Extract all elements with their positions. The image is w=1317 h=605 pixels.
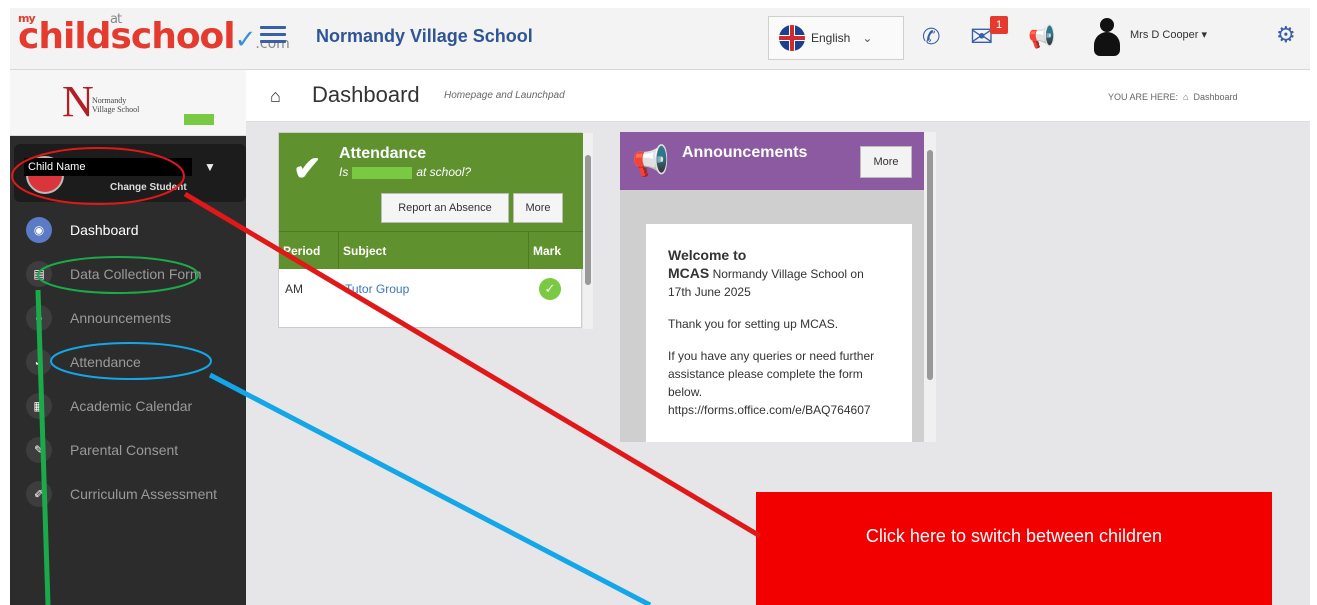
attendance-panel: ✔ Attendance Is at school? Report an Abse… [278,132,593,329]
assessment-icon: ✐ [26,481,52,507]
breadcrumb: YOU ARE HERE: ⌂ Dashboard [1108,92,1238,102]
attendance-title: Attendance [339,145,427,162]
announcements-icon: ◌ [26,305,52,331]
announcements-title: Announcements [682,144,808,161]
sidebar-nav: ◉ Dashboard ▤ Data Collection Form ◌ Ann… [10,208,246,516]
page-header: ⌂ Dashboard Homepage and Launchpad YOU A… [246,70,1310,122]
column-header-period: Period [279,232,339,269]
page-subtitle: Homepage and Launchpad [444,90,565,101]
child-name: Child Name [24,158,192,176]
sidebar: N Normandy Village School Child Name Cha… [10,70,246,605]
page-title: Dashboard [312,82,420,107]
app-window: my childschool✓.com at Normandy Village … [10,8,1310,605]
sidebar-item-parental-consent[interactable]: ✎ Parental Consent [10,428,246,472]
home-icon: ⌂ [1180,92,1191,102]
change-student-label: Change Student [110,182,187,193]
form-icon: ▤ [26,261,52,287]
parent-avatar-icon[interactable] [1090,18,1124,58]
megaphone-icon: 📢 [632,145,670,178]
attendance-question: Is at school? [339,165,472,179]
form-link[interactable]: https://forms.office.com/e/BAQ764607 [668,401,890,419]
sidebar-item-academic-calendar[interactable]: ▦ Academic Calendar [10,384,246,428]
language-selector[interactable]: English ⌄ [768,16,904,60]
report-absence-button[interactable]: Report an Absence [381,193,509,223]
announcement-heading: Welcome to [668,247,747,263]
consent-icon: ✎ [26,437,52,463]
attendance-header: ✔ Attendance Is at school? Report an Abse… [279,133,583,231]
top-bar: my childschool✓.com at Normandy Village … [10,8,1310,70]
sidebar-item-announcements[interactable]: ◌ Announcements [10,296,246,340]
logo-check-icon: ✓ [234,25,257,55]
menu-toggle-icon[interactable] [260,22,286,48]
school-name: Normandy Village School [316,26,533,46]
mychildatschool-logo[interactable]: my childschool✓.com at [18,12,290,57]
redaction-block [184,114,214,125]
column-header-mark: Mark [533,243,562,258]
announcements-panel: 📢 Announcements More Welcome to MCAS Nor… [620,132,936,442]
breadcrumb-dashboard[interactable]: Dashboard [1194,92,1238,102]
caret-down-icon: ▼ [204,160,216,174]
column-header-subject: Subject [339,232,529,269]
school-logo: N Normandy Village School [10,70,246,136]
announcements-scrollbar[interactable] [924,132,936,442]
subject-cell[interactable]: Tutor Group [339,269,529,309]
announcements-more-button[interactable]: More [860,146,912,178]
period-cell: AM [285,282,303,296]
user-menu[interactable]: Mrs D Cooper ▾ [1130,28,1207,41]
attendance-scrollbar[interactable] [583,133,593,329]
sidebar-item-attendance[interactable]: ✓ Attendance [10,340,246,384]
present-check-icon: ✓ [539,278,561,300]
announcements-header: 📢 Announcements More [620,132,924,190]
uk-flag-icon [779,25,805,51]
language-label: English [811,31,851,45]
mail-count-badge: 1 [990,16,1008,34]
gear-icon[interactable]: ⚙ [1276,22,1296,48]
table-row[interactable]: AM Tutor Group ✓ [279,269,583,309]
sidebar-item-curriculum-assessment[interactable]: ✐ Curriculum Assessment [10,472,246,516]
chevron-down-icon: ⌄ [862,31,873,45]
megaphone-icon[interactable]: 📢 [1028,24,1055,50]
calendar-icon: ▦ [26,393,52,419]
sidebar-item-data-collection-form[interactable]: ▤ Data Collection Form [10,252,246,296]
check-icon: ✔ [293,150,322,188]
announcement-card: Welcome to MCAS Normandy Village School … [646,224,912,442]
instruction-callout: Click here to switch between children [756,492,1272,605]
home-icon[interactable]: ⌂ [270,86,281,107]
dashboard-icon: ◉ [26,217,52,243]
attendance-icon: ✓ [26,349,52,375]
redaction-block [352,166,413,179]
phone-icon[interactable]: ✆ [922,24,940,50]
attendance-table-header: Period Subject Mark [279,231,583,269]
child-switcher[interactable]: Child Name Change Student ▼ [14,144,246,202]
sidebar-item-dashboard[interactable]: ◉ Dashboard [10,208,246,252]
attendance-more-button[interactable]: More [513,193,563,223]
